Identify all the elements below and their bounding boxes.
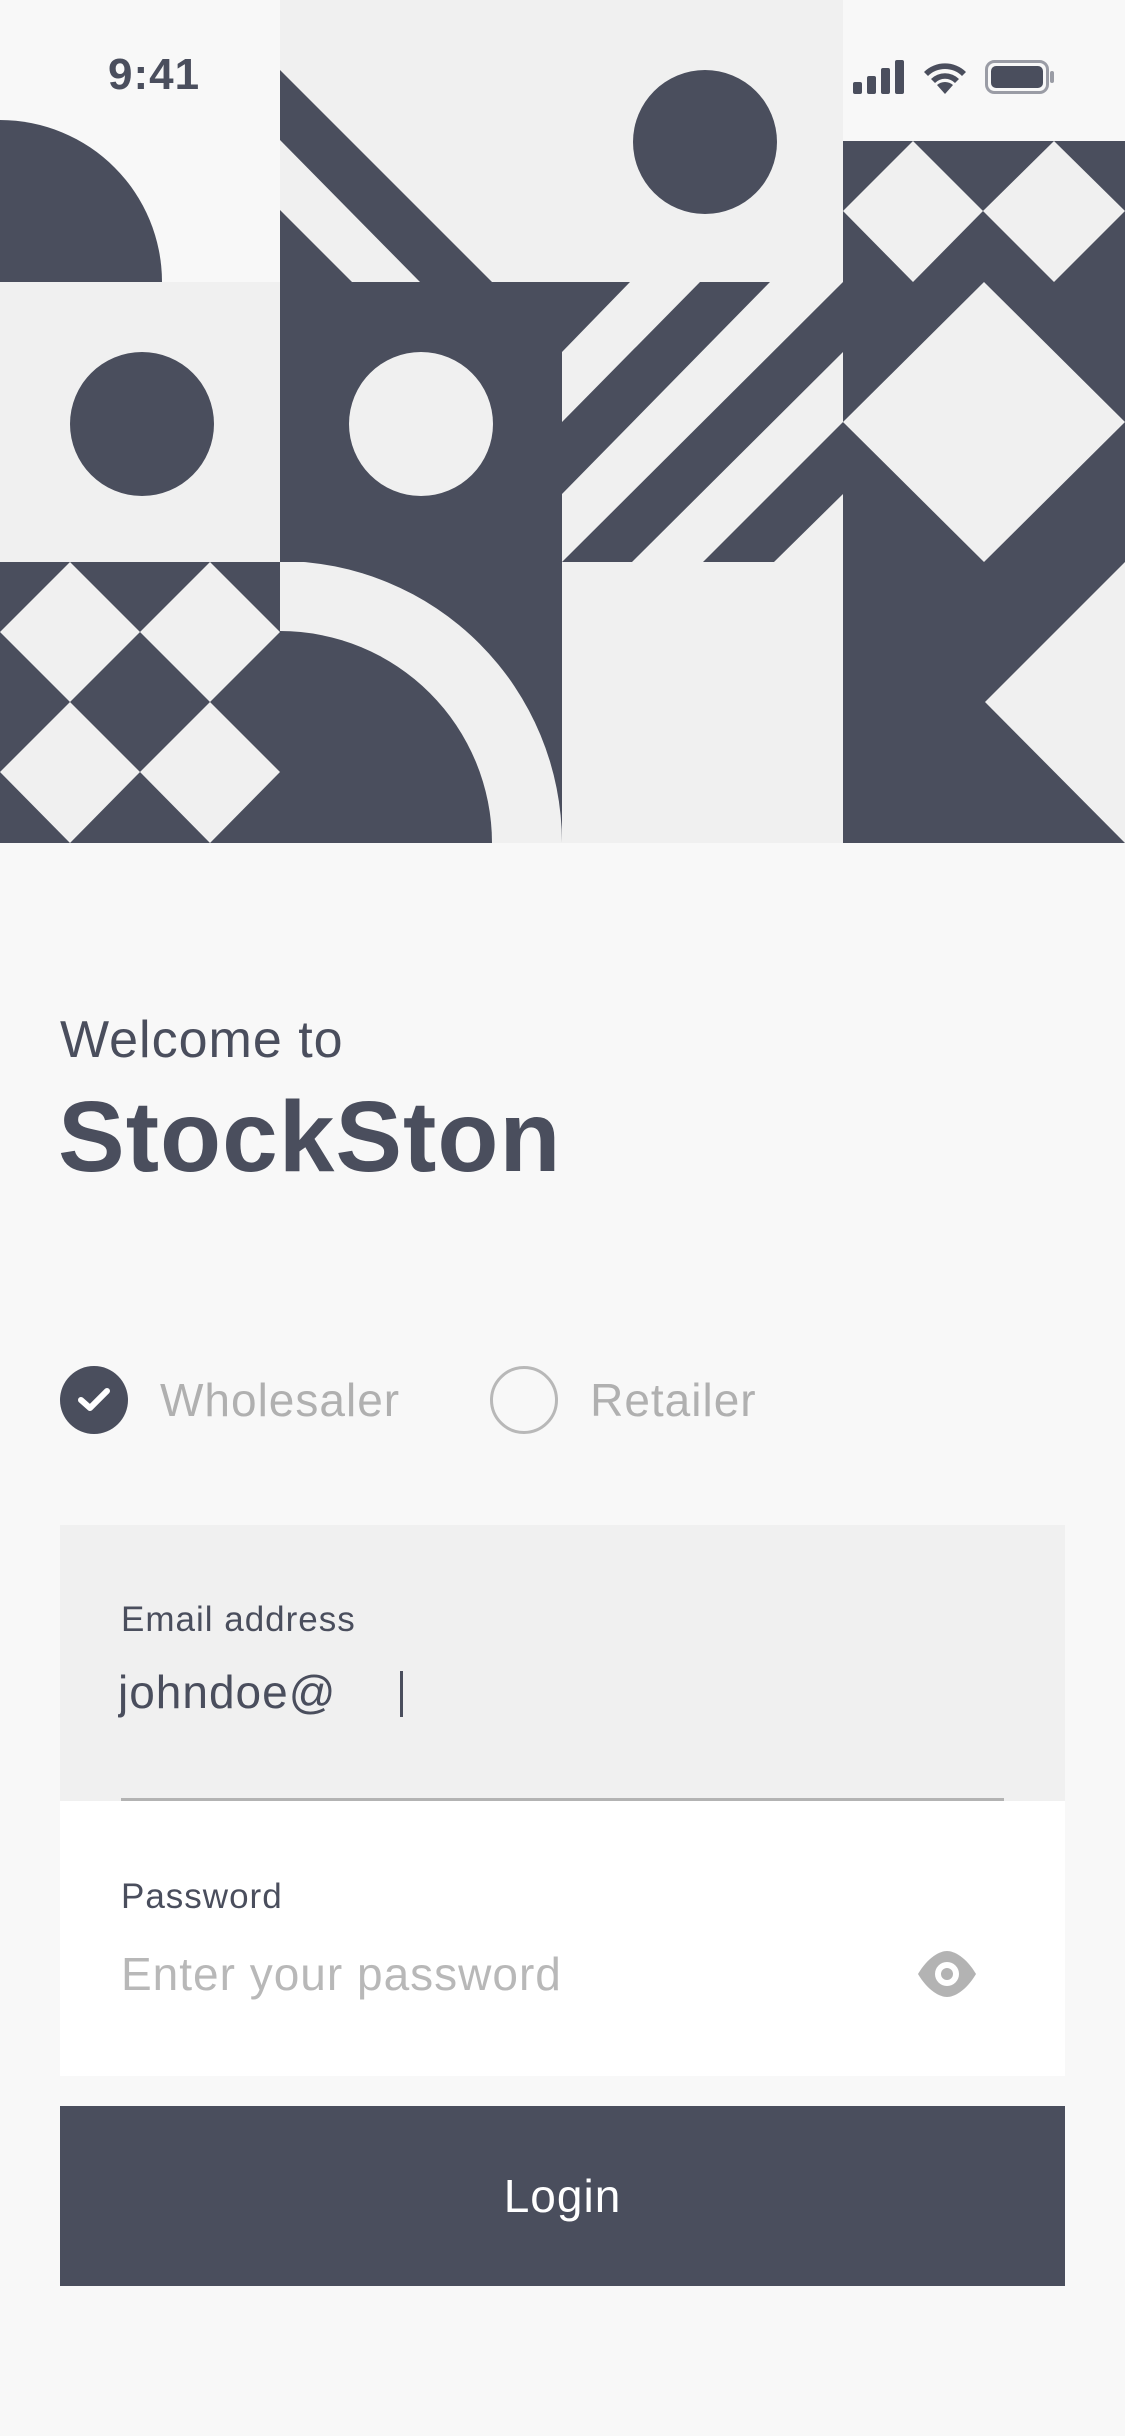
email-field-label: Email address <box>121 1600 356 1639</box>
email-field-container: Email address <box>60 1525 1065 1801</box>
brand-title: StockSton <box>58 1081 562 1193</box>
checkmark-icon <box>78 1388 110 1411</box>
cellular-signal-icon <box>853 60 904 94</box>
role-option-wholesaler[interactable]: Wholesaler <box>60 1366 400 1434</box>
role-selector: Wholesaler Retailer <box>60 1365 757 1435</box>
radio-checked[interactable] <box>60 1366 128 1434</box>
role-label-retailer: Retailer <box>590 1374 757 1426</box>
login-screen: 9:41 Welcome to StockSton Wholesaler Ret… <box>0 0 1125 2436</box>
email-input[interactable] <box>118 1665 978 1719</box>
status-time: 9:41 <box>108 50 201 99</box>
password-input[interactable] <box>121 1947 881 2001</box>
text-caret <box>400 1671 403 1717</box>
battery-icon <box>985 60 1054 94</box>
role-option-retailer[interactable]: Retailer <box>490 1366 757 1434</box>
status-icons <box>853 60 1055 94</box>
password-field-container: Password <box>60 1801 1065 2076</box>
status-bar: 9:41 <box>0 0 1125 140</box>
password-field-label: Password <box>121 1877 283 1916</box>
radio-unchecked[interactable] <box>490 1366 559 1434</box>
login-button[interactable]: Login <box>60 2106 1065 2286</box>
welcome-subtitle: Welcome to <box>60 1011 344 1069</box>
eye-icon[interactable] <box>916 1949 978 1999</box>
wifi-icon <box>924 63 966 94</box>
role-label-wholesaler: Wholesaler <box>160 1374 401 1426</box>
